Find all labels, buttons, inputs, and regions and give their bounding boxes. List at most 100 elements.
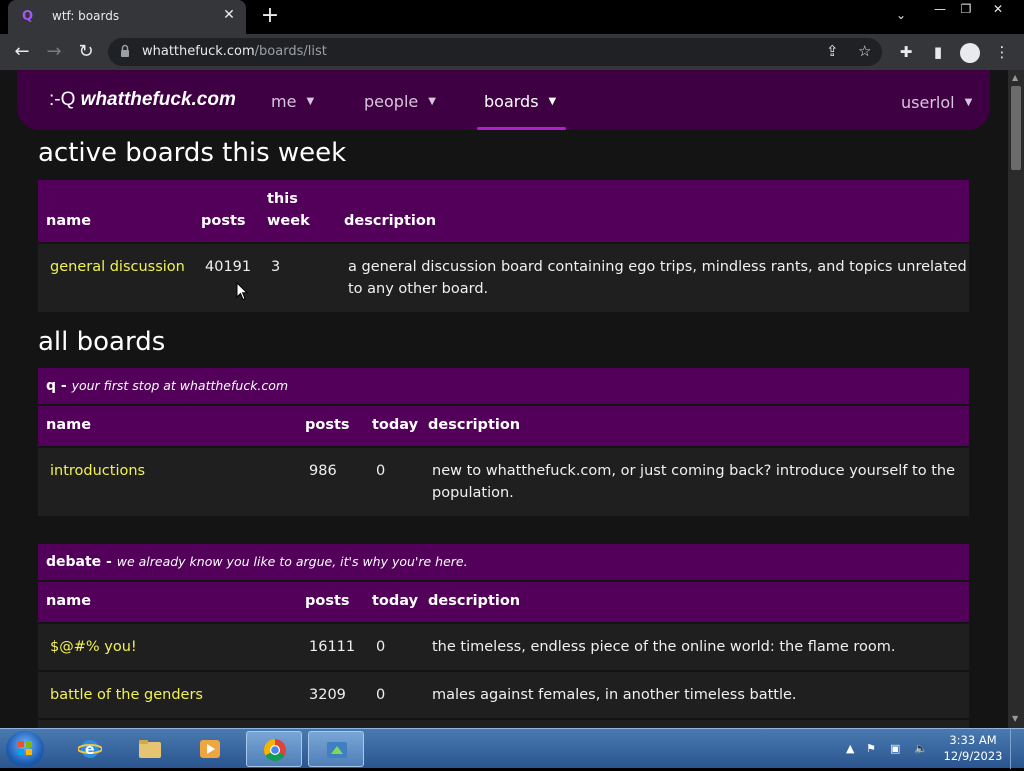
tab-search-icon[interactable]: ⌄	[896, 8, 906, 22]
all-boards-heading: all boards	[38, 327, 166, 357]
active-boards-table: name posts this week description general…	[38, 180, 969, 312]
category-header: debate - we already know you like to arg…	[38, 544, 969, 582]
table-row: battle of the genders 3209 0 males again…	[38, 670, 969, 718]
col-name: name	[46, 417, 92, 433]
taskbar-internet-explorer[interactable]: e	[62, 731, 118, 767]
post-count: 3209	[309, 687, 346, 703]
nav-me[interactable]: me ▼	[271, 92, 314, 111]
category-tagline: your first stop at whatthefuck.com	[71, 378, 289, 393]
network-icon[interactable]: ▣	[890, 742, 900, 755]
address-bar[interactable]: whatthefuck.com/boards/list ⇪ ☆	[108, 38, 882, 66]
board-link-flame[interactable]: $@#% you!	[50, 636, 137, 658]
taskbar-file-explorer[interactable]	[122, 731, 178, 767]
today-count: 0	[376, 639, 386, 655]
category-header: q - your first stop at whatthefuck.com	[38, 368, 969, 406]
site-logo[interactable]: :-Q whatthefuck.com	[49, 89, 236, 111]
clock-date: 12/9/2023	[943, 749, 1003, 763]
category-debate-table: debate - we already know you like to arg…	[38, 544, 969, 728]
url-path: /boards/list	[254, 44, 327, 59]
start-button[interactable]	[6, 731, 44, 767]
caret-down-icon: ▼	[428, 96, 436, 107]
active-boards-heading: active boards this week	[38, 138, 347, 168]
week-count: 3	[271, 259, 281, 275]
page-scrollbar[interactable]: ▲ ▼	[1008, 70, 1024, 728]
site-navbar: :-Q whatthefuck.com me ▼ people ▼ boards ▼ …	[17, 70, 990, 130]
internet-explorer-icon: e	[78, 740, 102, 758]
col-name: name	[46, 213, 92, 229]
col-this-week-line1: this	[267, 191, 298, 207]
show-desktop-button[interactable]	[1010, 729, 1024, 769]
nav-user[interactable]: userlol ▼	[901, 93, 972, 112]
share-icon[interactable]: ⇪	[826, 42, 839, 60]
col-posts: posts	[305, 417, 350, 433]
extensions-icon[interactable]: ✚	[896, 42, 916, 62]
today-count: 0	[376, 463, 386, 479]
profile-avatar-icon[interactable]	[960, 43, 980, 63]
clock[interactable]: 3:33 AM 12/9/2023	[940, 733, 1006, 763]
application-icon	[327, 742, 347, 758]
url-host: whatthefuck.com	[142, 44, 255, 59]
url-text: whatthefuck.com/boards/list	[142, 44, 327, 59]
action-center-flag-icon[interactable]: ⚑	[866, 742, 876, 755]
col-today: today	[372, 417, 419, 433]
col-description: description	[428, 593, 521, 609]
board-description: the timeless, endless piece of the onlin…	[432, 639, 896, 655]
category-title: q - your first stop at whatthefuck.com	[46, 378, 288, 394]
table-row: $@#% you! 16111 0 the timeless, endless …	[38, 622, 969, 670]
scroll-up-icon[interactable]: ▲	[1012, 73, 1018, 82]
board-description-cont: population.	[432, 485, 514, 501]
chrome-icon	[264, 739, 286, 761]
minimize-button[interactable]: —	[926, 0, 954, 18]
category-tagline: we already know you like to argue, it's …	[116, 554, 468, 569]
caret-down-icon: ▼	[964, 97, 973, 108]
forward-arrow-icon[interactable]: →	[42, 40, 66, 64]
tab-close-icon[interactable]: ✕	[220, 7, 238, 23]
post-count: 40191	[205, 259, 252, 275]
board-description: males against females, in another timele…	[432, 687, 797, 703]
board-link-general-discussion[interactable]: general discussion	[50, 256, 185, 278]
close-window-button[interactable]: ✕	[984, 0, 1012, 18]
windows-taskbar: e ▲ ⚑ ▣ 🔈 3:33 AM 12/9/2023	[0, 728, 1024, 769]
nav-people-label: people	[364, 92, 419, 111]
logo-name: whatthefuck.com	[80, 89, 236, 110]
lock-icon	[121, 44, 129, 57]
mouse-cursor-icon	[236, 282, 248, 301]
col-posts: posts	[305, 593, 350, 609]
reload-icon[interactable]: ↻	[74, 40, 98, 64]
taskbar-chrome[interactable]	[246, 731, 302, 767]
active-nav-indicator	[477, 127, 566, 130]
board-description: a general discussion board containing eg…	[348, 259, 967, 275]
col-today: today	[372, 593, 419, 609]
bookmark-star-icon[interactable]: ☆	[858, 42, 871, 60]
scrollbar-thumb[interactable]	[1011, 86, 1021, 170]
tab-wtf-boards[interactable]: Q wtf: boards ✕	[8, 0, 246, 34]
table-row: introductions 986 0 new to whatthefuck.c…	[38, 446, 969, 516]
restore-button[interactable]: ❐	[952, 0, 980, 18]
board-link-introductions[interactable]: introductions	[50, 460, 145, 482]
taskbar-media-player[interactable]	[182, 731, 238, 767]
menu-dots-icon[interactable]: ⋮	[992, 42, 1012, 62]
show-hidden-icons-icon[interactable]: ▲	[846, 742, 854, 755]
new-tab-button[interactable]: +	[258, 4, 282, 28]
col-this-week-line2: week	[267, 213, 310, 229]
col-description: description	[344, 213, 437, 229]
volume-muted-icon[interactable]: 🔈	[914, 742, 928, 755]
col-posts: posts	[201, 213, 246, 229]
table-row: general discussion 40191 3 a general dis…	[38, 242, 969, 312]
taskbar-app[interactable]	[308, 731, 364, 767]
nav-people[interactable]: people ▼	[364, 92, 436, 111]
category-q-table: q - your first stop at whatthefuck.com n…	[38, 368, 969, 516]
caret-down-icon: ▼	[306, 96, 315, 107]
scroll-down-icon[interactable]: ▼	[1012, 714, 1018, 723]
nav-boards-label: boards	[484, 92, 539, 111]
side-panel-icon[interactable]: ▮	[928, 42, 948, 62]
clock-time: 3:33 AM	[949, 733, 997, 747]
page-viewport: :-Q whatthefuck.com me ▼ people ▼ boards ▼ …	[0, 70, 1008, 728]
nav-user-label: userlol	[901, 93, 955, 112]
category-title: debate - we already know you like to arg…	[46, 554, 468, 570]
nav-boards[interactable]: boards ▼	[484, 92, 556, 111]
board-link-battle-of-the-genders[interactable]: battle of the genders	[50, 684, 203, 706]
media-player-icon	[200, 740, 220, 758]
table-row	[38, 718, 969, 728]
back-arrow-icon[interactable]: ←	[10, 40, 34, 64]
